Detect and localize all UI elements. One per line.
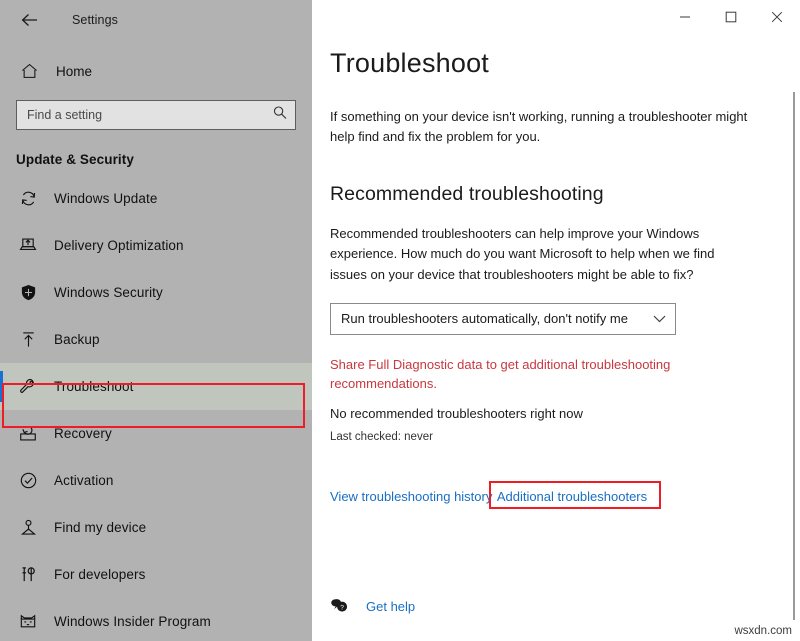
recovery-icon [16, 425, 40, 442]
sidebar-item-backup[interactable]: Backup [0, 316, 312, 363]
recommended-body-text: Recommended troubleshooters can help imp… [330, 226, 715, 282]
settings-window: Settings Home Updat [0, 0, 800, 641]
get-help-row[interactable]: ? Get help [330, 598, 415, 615]
sidebar-item-windows-insider-program[interactable]: Windows Insider Program [0, 598, 312, 641]
window-controls [662, 0, 800, 40]
search-input[interactable] [17, 108, 295, 122]
sidebar-nav: Windows Update Delivery Optimization Win… [0, 175, 312, 641]
sidebar-item-label: Backup [54, 332, 100, 347]
sidebar-item-windows-update[interactable]: Windows Update [0, 175, 312, 222]
recommended-heading: Recommended troubleshooting [330, 183, 604, 206]
sidebar-item-delivery-optimization[interactable]: Delivery Optimization [0, 222, 312, 269]
sidebar-item-label: Troubleshoot [54, 379, 134, 394]
close-button[interactable] [754, 0, 800, 34]
sidebar-item-recovery[interactable]: Recovery [0, 410, 312, 457]
minimize-button[interactable] [662, 0, 708, 34]
maximize-button[interactable] [708, 0, 754, 34]
sidebar-item-label: Recovery [54, 426, 112, 441]
page-intro-text: If something on your device isn't workin… [330, 109, 748, 145]
sidebar-item-label: Windows Security [54, 285, 163, 300]
find-device-icon [16, 519, 40, 536]
upload-icon [16, 331, 40, 348]
refresh-icon [16, 190, 40, 207]
search-box[interactable] [16, 100, 296, 130]
sidebar: Settings Home Updat [0, 0, 312, 641]
check-circle-icon [16, 472, 40, 489]
delivery-icon [16, 237, 40, 254]
get-help-link[interactable]: Get help [366, 599, 415, 614]
sidebar-item-label: Delivery Optimization [54, 238, 184, 253]
sidebar-item-find-my-device[interactable]: Find my device [0, 504, 312, 551]
help-bubble-icon: ? [330, 598, 352, 615]
recommended-status-text: No recommended troubleshooters right now [330, 405, 583, 421]
search-icon[interactable] [273, 106, 287, 125]
additional-troubleshooters-link[interactable]: Additional troubleshooters [497, 489, 647, 504]
wrench-icon [16, 378, 40, 395]
ninjacat-icon [16, 614, 40, 630]
dropdown-selected-value: Run troubleshooters automatically, don't… [341, 311, 628, 327]
watermark: wsxdn.com [734, 625, 792, 637]
back-icon[interactable] [14, 7, 44, 33]
sidebar-item-windows-security[interactable]: Windows Security [0, 269, 312, 316]
svg-text:?: ? [340, 605, 344, 612]
sidebar-item-activation[interactable]: Activation [0, 457, 312, 504]
vertical-scrollbar[interactable] [793, 92, 795, 620]
additional-troubleshooters-wrapper: Additional troubleshooters [488, 480, 661, 509]
last-checked-text: Last checked: never [330, 430, 433, 443]
recommended-troubleshooting-dropdown[interactable]: Run troubleshooters automatically, don't… [330, 302, 676, 335]
sidebar-item-label: Activation [54, 473, 114, 488]
sidebar-item-label: Windows Insider Program [54, 614, 211, 629]
sidebar-item-label: Windows Update [54, 191, 158, 206]
diagnostic-warning-text[interactable]: Share Full Diagnostic data to get additi… [330, 355, 710, 394]
sidebar-item-label: For developers [54, 567, 146, 582]
sidebar-item-troubleshoot[interactable]: Troubleshoot [0, 363, 312, 410]
sidebar-section-title: Update & Security [16, 152, 134, 167]
developer-tools-icon [16, 566, 40, 583]
app-title: Settings [72, 13, 118, 27]
main-content: Troubleshoot If something on your device… [312, 0, 800, 641]
home-icon [14, 63, 44, 79]
sidebar-item-home[interactable]: Home [0, 52, 312, 90]
search-wrapper [0, 90, 312, 130]
shield-icon [16, 284, 40, 301]
sidebar-titlebar: Settings [0, 0, 312, 40]
chevron-down-icon [653, 311, 666, 326]
sidebar-item-home-label: Home [56, 63, 93, 79]
sidebar-item-label: Find my device [54, 520, 147, 535]
sidebar-item-for-developers[interactable]: For developers [0, 551, 312, 598]
view-troubleshooting-history-link[interactable]: View troubleshooting history [330, 489, 492, 504]
